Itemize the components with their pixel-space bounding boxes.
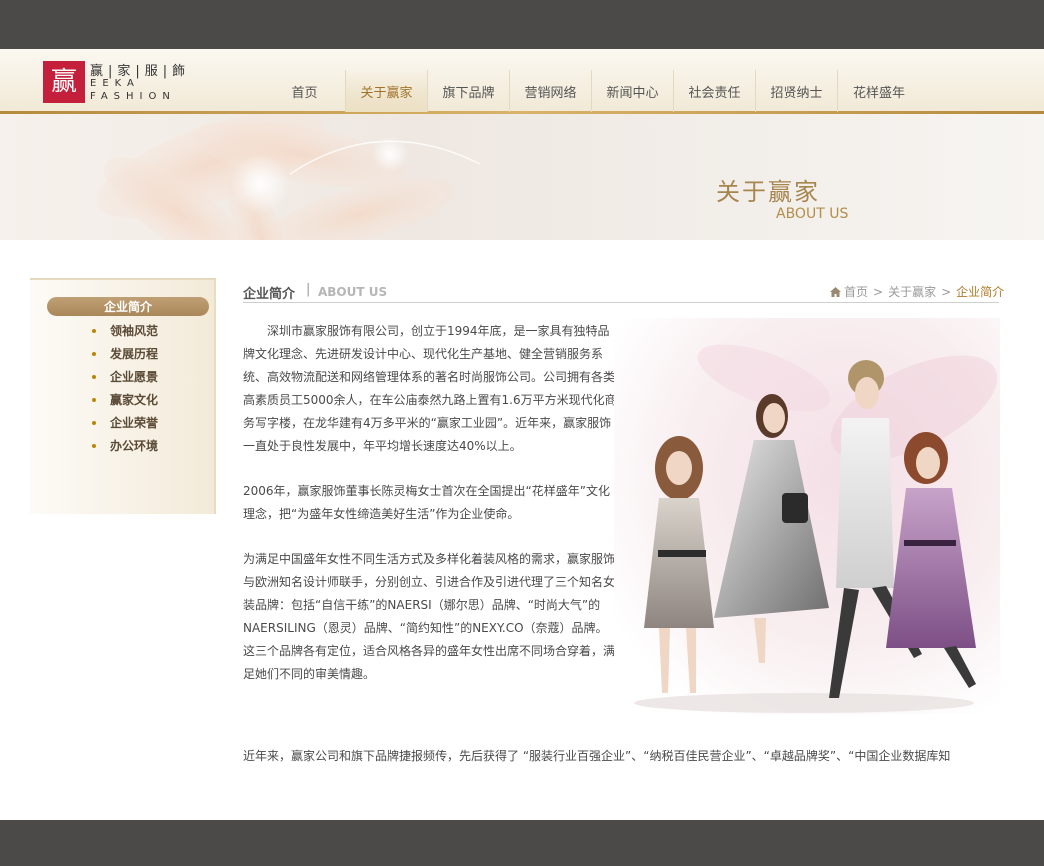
bullet-icon	[92, 443, 96, 448]
bullet-icon	[92, 397, 96, 402]
sidebar-item-label: 赢家文化	[110, 393, 159, 407]
sidebar-item-label: 领袖风范	[110, 324, 159, 338]
sidebar-item-label: 企业愿景	[110, 370, 159, 384]
sidebar-item-vision[interactable]: 企业愿景	[92, 365, 158, 388]
article-paragraph: 深圳市赢家服饰有限公司，创立于1994年底，是一家具有独特品牌文化理念、先进研发…	[243, 324, 617, 453]
article-paragraph: 2006年，赢家服饰董事长陈灵梅女士首次在全国提出“花样盛年”文化理念，把“为盛…	[243, 484, 610, 521]
nav-item-marketing[interactable]: 营销网络	[510, 70, 592, 112]
nav-item-brands[interactable]: 旗下品牌	[428, 70, 510, 112]
home-icon	[830, 286, 841, 297]
sidebar-item-company-profile[interactable]: 企业简介	[47, 297, 209, 316]
sidebar-item-culture[interactable]: 赢家文化	[92, 388, 158, 411]
main-nav: 首页 关于赢家 旗下品牌 营销网络 新闻中心 社会责任 招贤纳士 花样盛年	[264, 70, 920, 112]
breadcrumb-parent-link[interactable]: 关于赢家	[888, 283, 936, 300]
nav-item-careers[interactable]: 招贤纳士	[756, 70, 838, 112]
nav-item-about[interactable]: 关于赢家	[346, 70, 428, 112]
logo-name-en-2: FASHION	[90, 91, 176, 102]
breadcrumb-home-link[interactable]: 首页	[844, 283, 868, 300]
sidebar-item-honors[interactable]: 企业荣誉	[92, 411, 158, 434]
sidebar-item-office[interactable]: 办公环境	[92, 434, 158, 457]
breadcrumb: 首页 > 关于赢家 > 企业简介	[830, 283, 1004, 300]
sidebar-item-history[interactable]: 发展历程	[92, 342, 158, 365]
page-banner: 关于赢家 ABOUT US	[0, 114, 1044, 240]
nav-item-responsibility[interactable]: 社会责任	[674, 70, 756, 112]
banner-subtitle: ABOUT US	[776, 206, 849, 222]
sidebar-item-leadership[interactable]: 领袖风范	[92, 319, 158, 342]
nav-item-home[interactable]: 首页	[264, 70, 346, 112]
article-paragraph: 为满足中国盛年女性不同生活方式及多样化着装风格的需求，赢家服饰与欧洲知名设计师联…	[243, 552, 616, 681]
sidebar-item-label: 办公环境	[110, 439, 159, 453]
sidebar-item-label: 发展历程	[110, 347, 159, 361]
banner-title: 关于赢家	[716, 178, 820, 206]
section-title-en: ABOUT US	[318, 285, 388, 299]
footer-bar	[0, 820, 1044, 866]
breadcrumb-separator: >	[941, 284, 952, 299]
logo-mark[interactable]: 赢	[43, 61, 85, 103]
breadcrumb-separator: >	[873, 284, 884, 299]
bullet-icon	[92, 328, 96, 333]
bullet-icon	[92, 374, 96, 379]
logo-name-en-1: EEKA	[90, 78, 140, 89]
article-body: 深圳市赢家服饰有限公司，创立于1994年底，是一家具有独特品牌文化理念、先进研发…	[243, 320, 618, 708]
fashion-models-photo	[614, 318, 1000, 714]
sidebar-item-label: 企业荣誉	[110, 416, 159, 430]
section-separator: |	[306, 282, 311, 297]
article-paragraph: 近年来，赢家公司和旗下品牌捷报频传，先后获得了 “服装行业百强企业”、“纳税百佳…	[243, 749, 951, 763]
bullet-icon	[92, 351, 96, 356]
section-title: 企业简介	[243, 287, 296, 302]
logo-name-cn: 赢|家|服|飾	[90, 64, 191, 79]
top-bar	[0, 0, 1044, 49]
logo-glyph: 赢	[50, 67, 77, 97]
bullet-icon	[92, 420, 96, 425]
sidebar-list: 领袖风范 发展历程 企业愿景 赢家文化 企业荣誉 办公环境	[92, 319, 158, 457]
breadcrumb-current: 企业简介	[956, 285, 1005, 299]
nav-item-prime-years[interactable]: 花样盛年	[838, 70, 920, 112]
nav-item-news[interactable]: 新闻中心	[592, 70, 674, 112]
flower-decoration-icon	[96, 114, 481, 240]
section-divider	[243, 302, 999, 303]
